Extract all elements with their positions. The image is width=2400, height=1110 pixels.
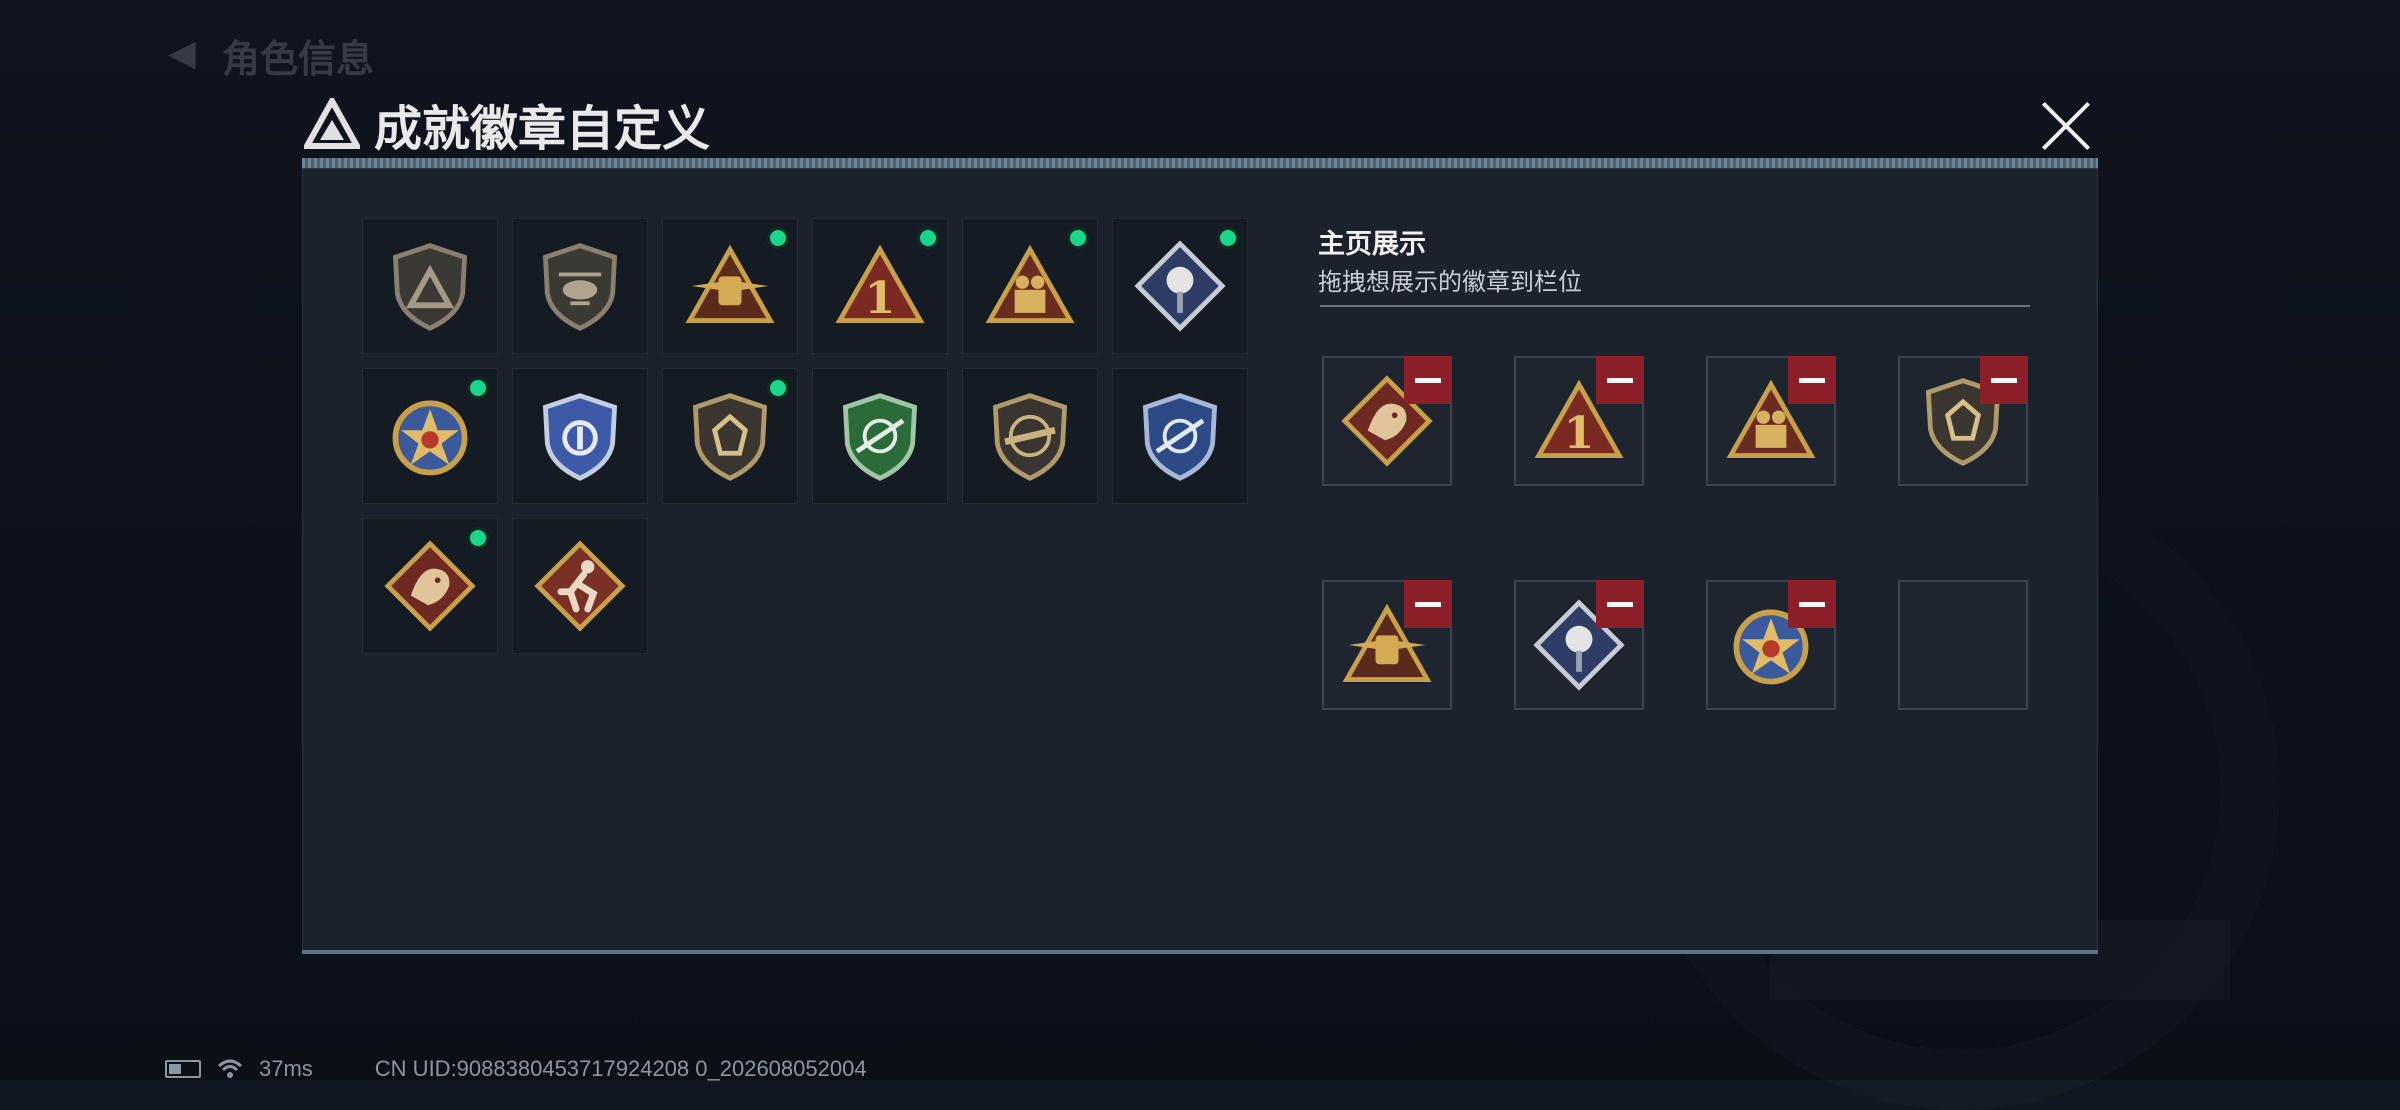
gem-shield-badge-icon bbox=[692, 393, 768, 481]
battery-icon bbox=[165, 1060, 201, 1078]
svg-text:1: 1 bbox=[1564, 408, 1595, 459]
badge-item[interactable] bbox=[962, 368, 1098, 504]
star-medal-badge-icon bbox=[382, 388, 478, 484]
rifle-shield-badge-icon bbox=[992, 393, 1068, 481]
green-crosshair-shield-badge-icon bbox=[842, 393, 918, 481]
new-indicator-dot bbox=[1217, 227, 1239, 249]
showcase-slot-empty[interactable] bbox=[1898, 580, 2028, 710]
blue-police-badge-icon bbox=[542, 393, 618, 481]
red-number-one-triangle-badge-icon: 1 bbox=[835, 244, 925, 324]
showcase-slot[interactable] bbox=[1322, 356, 1452, 486]
new-indicator-dot bbox=[767, 377, 789, 399]
svg-text:1: 1 bbox=[865, 273, 896, 324]
badge-item[interactable] bbox=[362, 218, 498, 354]
badge-item[interactable] bbox=[1112, 218, 1248, 354]
gold-winged-triangle-badge-icon bbox=[685, 244, 775, 323]
remove-badge-button[interactable] bbox=[1788, 356, 1836, 404]
gray-shield-triangle-badge-icon bbox=[392, 243, 468, 331]
showcase-divider bbox=[1320, 305, 2030, 307]
badge-item[interactable]: 1 bbox=[812, 218, 948, 354]
triangle-logo-icon bbox=[304, 98, 360, 149]
wifi-icon bbox=[217, 1059, 243, 1078]
dialog-bottom-border bbox=[302, 950, 2098, 954]
showcase-subtitle: 拖拽想展示的徽章到栏位 bbox=[1318, 269, 1582, 296]
new-indicator-dot bbox=[767, 227, 789, 249]
showcase-title: 主页展示 bbox=[1318, 229, 1426, 259]
helicopter-shield-badge-icon bbox=[542, 243, 618, 331]
showcase-slot[interactable] bbox=[1514, 580, 1644, 710]
showcase-slots: 1 bbox=[1322, 356, 2028, 710]
soldiers-triangle-badge-icon bbox=[985, 244, 1075, 323]
badge-item[interactable] bbox=[662, 368, 798, 504]
badge-item[interactable] bbox=[662, 218, 798, 354]
ping-text: 37ms bbox=[259, 1056, 313, 1081]
uid-text: CN UID:9088380453717924208 0_20260805200… bbox=[374, 1056, 867, 1081]
remove-badge-button[interactable] bbox=[1596, 580, 1644, 628]
remove-badge-button[interactable] bbox=[1980, 356, 2028, 404]
new-indicator-dot bbox=[1067, 227, 1089, 249]
remove-badge-button[interactable] bbox=[1596, 356, 1644, 404]
showcase-slot[interactable] bbox=[1322, 580, 1452, 710]
rose-diamond-badge-icon bbox=[1134, 240, 1226, 332]
showcase-slot[interactable] bbox=[1898, 356, 2028, 486]
remove-badge-button[interactable] bbox=[1788, 580, 1836, 628]
showcase-slot[interactable] bbox=[1706, 580, 1836, 710]
remove-badge-button[interactable] bbox=[1404, 356, 1452, 404]
new-indicator-dot bbox=[917, 227, 939, 249]
new-indicator-dot bbox=[467, 377, 489, 399]
dragon-diamond-badge-icon bbox=[384, 540, 476, 632]
badge-item[interactable] bbox=[812, 368, 948, 504]
remove-badge-button[interactable] bbox=[1404, 580, 1452, 628]
badge-item[interactable] bbox=[512, 518, 648, 654]
badge-item[interactable] bbox=[512, 368, 648, 504]
runner-diamond-badge-icon bbox=[534, 540, 626, 632]
badge-item[interactable] bbox=[362, 518, 498, 654]
showcase-slot[interactable] bbox=[1706, 356, 1836, 486]
blue-crosshair-shield-badge-icon bbox=[1142, 393, 1218, 481]
badge-inventory-grid: 1 bbox=[362, 218, 1262, 654]
dialog-title: 成就徽章自定义 bbox=[304, 92, 711, 157]
badge-item[interactable] bbox=[1112, 368, 1248, 504]
badge-item[interactable] bbox=[512, 218, 648, 354]
showcase-slot[interactable]: 1 bbox=[1514, 356, 1644, 486]
status-bar: 37ms CN UID:9088380453717924208 0_202608… bbox=[165, 1056, 867, 1082]
new-indicator-dot bbox=[467, 527, 489, 549]
close-button[interactable] bbox=[2040, 100, 2092, 152]
badge-item[interactable] bbox=[362, 368, 498, 504]
badge-item[interactable] bbox=[962, 218, 1098, 354]
dialog-title-text: 成就徽章自定义 bbox=[374, 101, 711, 157]
